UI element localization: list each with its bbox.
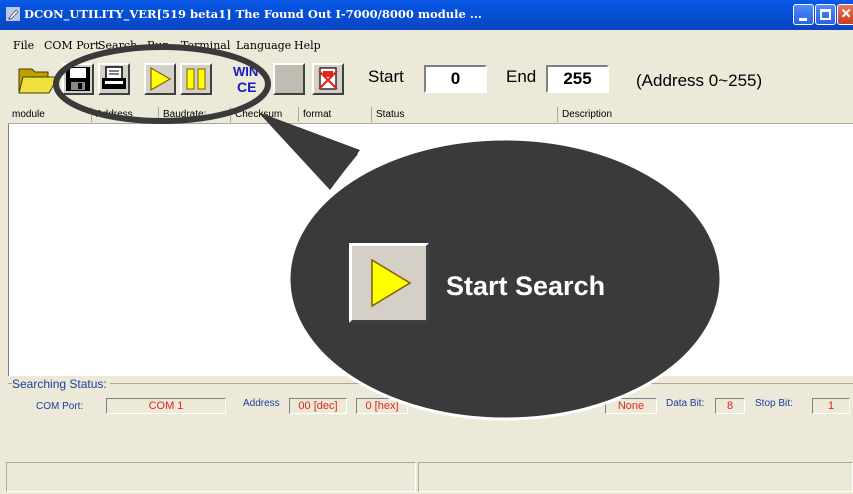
open-folder-icon[interactable] [18, 64, 60, 96]
column-checksum[interactable]: Checksum [231, 107, 299, 122]
com-port-value: COM 1 [106, 398, 226, 414]
callout-start-button [349, 243, 429, 323]
status-pane-left [6, 462, 416, 492]
data-bit-value: 8 [715, 398, 745, 414]
menu-run[interactable]: Run [147, 39, 169, 52]
menu-terminal[interactable]: Terminal [181, 39, 230, 52]
parity-value: None [605, 398, 657, 414]
status-pane-right [418, 462, 853, 492]
address-dec-value: 00 [dec] [289, 398, 347, 414]
end-address-input[interactable]: 255 [546, 65, 609, 93]
column-address[interactable]: Address [92, 107, 159, 122]
menu-help[interactable]: Help [294, 39, 321, 52]
clear-icon [318, 67, 338, 90]
start-label: Start [368, 67, 404, 86]
wince-button[interactable]: WIN CE [231, 62, 267, 96]
start-address-input[interactable]: 0 [424, 65, 487, 93]
title-bar: DCON_UTILITY_VER[519 beta1] The Found Ou… [0, 0, 853, 30]
pause-icon [186, 68, 206, 90]
searching-status-group: Searching Status: COM Port: COM 1 Addres… [8, 376, 853, 424]
start-button[interactable] [144, 63, 176, 95]
window-title: DCON_UTILITY_VER[519 beta1] The Found Ou… [24, 7, 482, 21]
stop-bit-label: Stop Bit: [755, 398, 793, 409]
toolbar: WIN CE Start 0 End 255 (Address 0~255) [0, 56, 853, 106]
status-bar [0, 460, 853, 494]
address-label: Address [243, 398, 280, 409]
com-port-label: COM Port: [36, 401, 84, 412]
address-range-note: (Address 0~255) [636, 71, 763, 90]
start-play-icon [150, 66, 172, 92]
column-baudrate[interactable]: Baudrate: [159, 107, 231, 122]
module-list[interactable] [8, 124, 853, 376]
minimize-icon[interactable] [793, 4, 814, 25]
maximize-icon[interactable] [815, 4, 836, 25]
pause-button[interactable] [180, 63, 212, 95]
data-bit-label: Data Bit: [666, 398, 705, 409]
printer-icon [102, 66, 126, 89]
menu-bar: File COM Port Search Run Terminal Langua… [0, 36, 853, 56]
callout-label: Start Search [446, 271, 606, 301]
start-play-icon [371, 258, 412, 308]
clear-button[interactable] [312, 63, 344, 95]
save-disk-icon [66, 67, 90, 91]
address-hex-value: 0 [hex] [356, 398, 408, 414]
menu-search[interactable]: Search [98, 39, 137, 52]
group-divider [8, 383, 853, 384]
menu-language[interactable]: Language [236, 39, 291, 52]
wince-icon: WIN CE [233, 64, 258, 95]
save-button[interactable] [62, 63, 94, 95]
end-label: End [506, 67, 537, 86]
pencil-app-icon [6, 7, 20, 21]
column-header: module Address Baudrate: Checksum format… [8, 107, 853, 124]
column-status[interactable]: Status [372, 107, 558, 122]
column-description[interactable]: Description [558, 107, 853, 122]
print-button[interactable] [98, 63, 130, 95]
menu-com-port[interactable]: COM Port [44, 39, 99, 52]
stop-bit-value: 1 [812, 398, 850, 414]
searching-status-legend: Searching Status: [12, 377, 110, 391]
column-format[interactable]: format [299, 107, 372, 122]
wince-text-top: WIN [233, 64, 258, 79]
blank-button[interactable] [273, 63, 305, 95]
column-module[interactable]: module [8, 107, 92, 122]
menu-file[interactable]: File [13, 39, 34, 52]
close-icon[interactable] [837, 4, 853, 25]
wince-text-bottom: CE [237, 79, 256, 95]
